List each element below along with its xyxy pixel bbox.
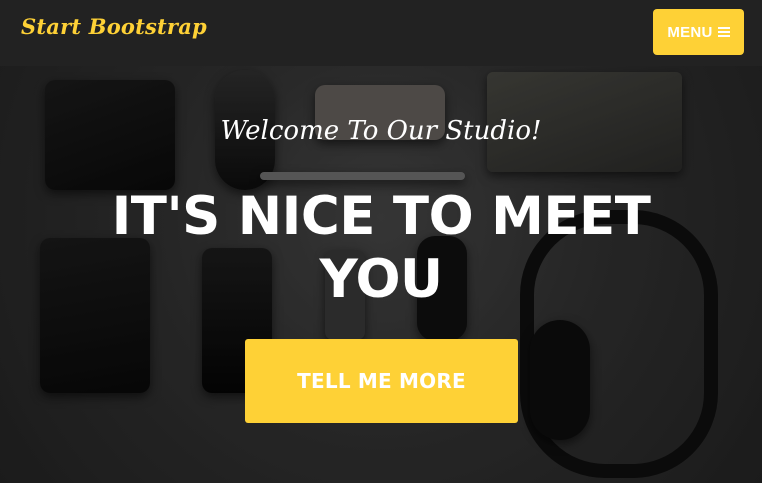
menu-label: MENU: [667, 23, 713, 41]
menu-button[interactable]: MENU: [653, 9, 744, 55]
page: Start Bootstrap MENU Welcome To Our Stud…: [0, 0, 762, 483]
hero-heading: IT'S NICE TO MEET YOU: [111, 186, 651, 310]
bars-icon: [717, 27, 730, 37]
tell-me-more-button[interactable]: TELL ME MORE: [245, 339, 518, 423]
navbar: Start Bootstrap MENU: [0, 0, 762, 66]
hero-subheading: Welcome To Our Studio!: [220, 116, 542, 146]
brand-logo-link[interactable]: Start Bootstrap: [21, 14, 207, 39]
